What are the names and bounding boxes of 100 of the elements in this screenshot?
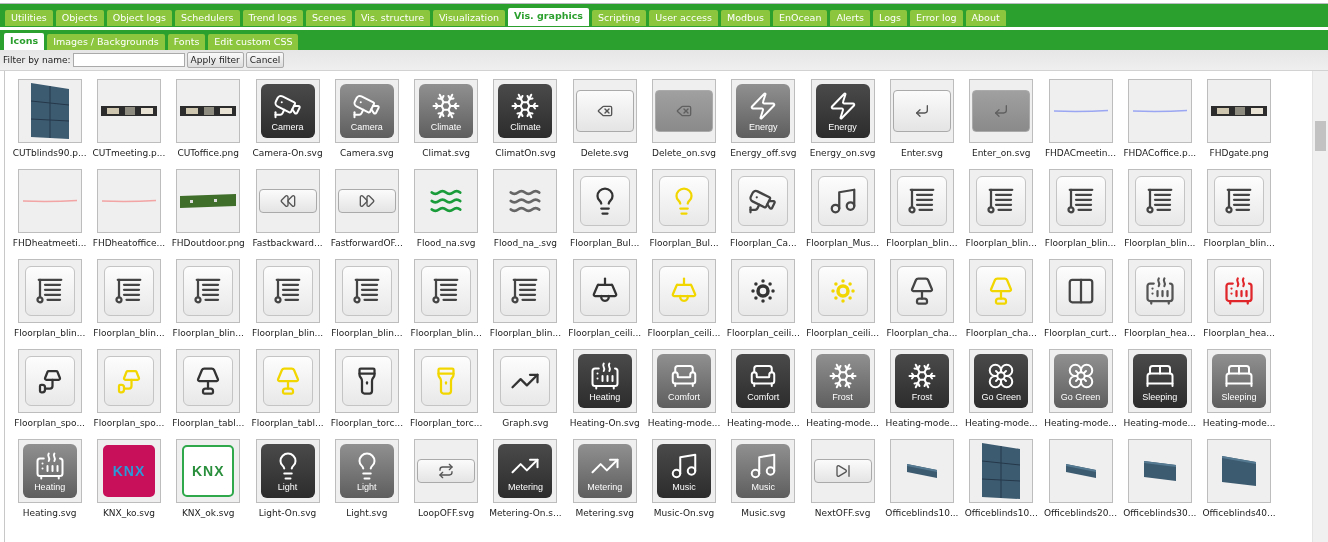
icon-thumbnail[interactable]	[17, 349, 82, 413]
file-name: Floorplan_Ca...	[729, 238, 797, 248]
icon-thumbnail[interactable]	[1207, 439, 1272, 503]
file-name: Delete.svg	[580, 148, 629, 158]
icon-thumbnail[interactable]	[572, 79, 637, 143]
icon-thumbnail[interactable]	[810, 169, 875, 233]
icon-thumbnail[interactable]: KNX	[176, 439, 241, 503]
icon-thumbnail[interactable]	[731, 169, 796, 233]
icon-thumbnail[interactable]	[255, 169, 320, 233]
file-name: CUTblinds90.p...	[12, 148, 87, 158]
tab[interactable]: Icons	[4, 33, 45, 50]
icon-thumbnail[interactable]	[889, 79, 954, 143]
icon-thumbnail[interactable]	[810, 259, 875, 323]
icon-thumbnail[interactable]	[969, 439, 1034, 503]
loop-icon	[438, 463, 455, 479]
icon-thumbnail[interactable]	[810, 439, 875, 503]
icon-thumbnail[interactable]	[414, 169, 479, 233]
icon-thumbnail[interactable]	[493, 259, 558, 323]
icon-thumbnail[interactable]	[969, 259, 1034, 323]
file-name: Floorplan_blin...	[1203, 238, 1275, 248]
file-name: Floorplan_torc...	[330, 418, 404, 428]
file-name: Officeblinds10...	[964, 508, 1038, 518]
file-name: FHDgate.png	[1209, 148, 1269, 158]
icon-thumbnail[interactable]	[969, 79, 1034, 143]
skip-forward-icon	[834, 463, 851, 479]
icon-thumbnail[interactable]	[414, 259, 479, 323]
scroll-thumb[interactable]	[1315, 121, 1326, 151]
icon-thumbnail[interactable]	[1127, 79, 1192, 143]
apply-filter-button[interactable]: Apply filter	[186, 52, 244, 68]
icon-thumbnail[interactable]	[889, 439, 954, 503]
file-name: Heating-mode...	[727, 418, 800, 428]
file-name: LoopOFF.svg	[418, 508, 475, 518]
file-name: Officeblinds20...	[1043, 508, 1118, 518]
icon-thumbnail[interactable]	[1207, 79, 1272, 143]
icon-thumbnail[interactable]	[176, 349, 241, 413]
icon-thumbnail[interactable]	[889, 169, 954, 233]
cancel-button[interactable]: Cancel	[245, 52, 285, 68]
icon-thumbnail[interactable]	[1048, 169, 1113, 233]
icon-thumbnail[interactable]	[176, 169, 241, 233]
icon-thumbnail[interactable]	[652, 169, 716, 233]
icon-thumbnail[interactable]	[889, 259, 954, 323]
icon-thumbnail[interactable]	[96, 169, 161, 233]
file-name: FHDACmeetin...	[1044, 148, 1117, 158]
icon-thumbnail[interactable]	[176, 259, 241, 323]
icon-thumbnail[interactable]	[414, 349, 479, 413]
file-name: Music.svg	[741, 508, 786, 518]
return-arrow-icon	[993, 103, 1010, 119]
knx-logo: KNX	[182, 445, 235, 497]
file-name: Graph.svg	[502, 418, 549, 428]
icon-thumbnail[interactable]	[572, 169, 637, 233]
icon-thumbnail[interactable]	[1048, 259, 1113, 323]
icon-thumbnail[interactable]	[1127, 169, 1192, 233]
file-name: Flood_na.svg	[416, 238, 476, 248]
icon-thumbnail[interactable]	[969, 169, 1034, 233]
scrollbar[interactable]	[1312, 71, 1328, 542]
icon-thumbnail[interactable]	[572, 259, 637, 323]
icon-thumbnail[interactable]	[255, 349, 320, 413]
icon-thumbnail[interactable]	[493, 349, 558, 413]
icon-thumbnail[interactable]	[96, 259, 161, 323]
file-name: Energy_on.svg	[809, 148, 876, 158]
file-name: Floorplan_ceili...	[647, 328, 721, 338]
icon-thumbnail[interactable]	[731, 259, 796, 323]
icon-thumbnail[interactable]	[334, 169, 399, 233]
backspace-icon	[596, 103, 613, 119]
icon-thumbnail[interactable]	[652, 259, 716, 323]
icon-thumbnail[interactable]	[1207, 259, 1272, 323]
file-name: Climat.svg	[422, 148, 470, 158]
filter-field[interactable]	[72, 53, 185, 67]
icon-thumbnail[interactable]	[414, 439, 479, 503]
icon-thumbnail[interactable]	[96, 79, 161, 143]
file-name: Floorplan_Bul...	[570, 238, 640, 248]
icon-thumbnail[interactable]	[493, 169, 558, 233]
file-name: Floorplan_spo...	[93, 418, 165, 428]
icon-thumbnail[interactable]	[176, 79, 241, 143]
icon-thumbnail[interactable]	[1127, 439, 1192, 503]
file-name: Floorplan_curt...	[1044, 328, 1117, 338]
file-name: Floorplan_blin...	[410, 328, 482, 338]
icon-thumbnail[interactable]	[1048, 79, 1113, 143]
icon-thumbnail[interactable]	[1127, 259, 1192, 323]
icon-thumbnail[interactable]	[17, 79, 82, 143]
icon-thumbnail[interactable]	[652, 79, 716, 143]
file-name: Floorplan_Bul...	[649, 238, 719, 248]
file-name: Floorplan_blin...	[93, 328, 165, 338]
file-name: Fastbackward...	[252, 238, 323, 248]
icon-thumbnail[interactable]	[1048, 439, 1113, 503]
icon-thumbnail[interactable]	[255, 259, 320, 323]
icon-thumbnail[interactable]	[96, 349, 161, 413]
file-name: Camera.svg	[339, 148, 394, 158]
icon-thumbnail[interactable]	[1207, 169, 1272, 233]
file-name: Energy_off.svg	[730, 148, 797, 158]
icon-thumbnail[interactable]	[334, 259, 399, 323]
file-name: Heating-mode...	[806, 418, 879, 428]
icon-thumbnail[interactable]	[17, 169, 82, 233]
file-name: Light.svg	[346, 508, 388, 518]
fast-forward-icon	[358, 193, 375, 209]
icon-thumbnail[interactable]	[17, 259, 82, 323]
tab[interactable]: Vis. graphics	[508, 8, 589, 26]
file-name: Heating-mode...	[1044, 418, 1117, 428]
icon-thumbnail[interactable]	[334, 349, 399, 413]
rewind-icon	[279, 193, 296, 209]
